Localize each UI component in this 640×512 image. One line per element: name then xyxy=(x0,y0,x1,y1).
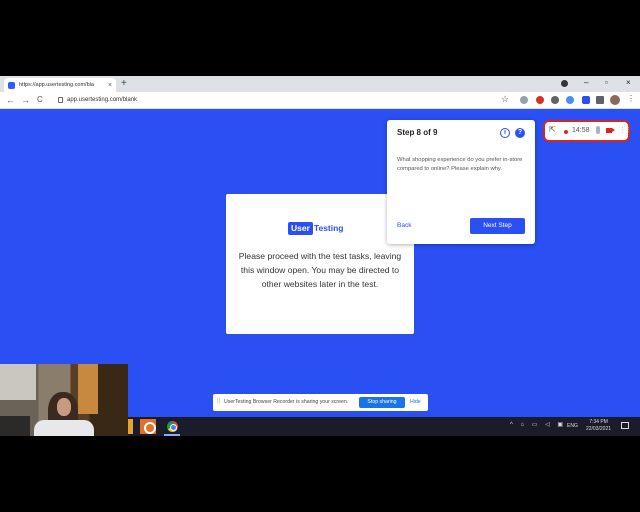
pause-icon[interactable]: II xyxy=(500,128,510,138)
recording-dot-icon xyxy=(564,130,568,134)
logo-text: Testing xyxy=(313,223,344,233)
logo-box: User xyxy=(288,221,313,235)
usertesting-logo: User Testing xyxy=(288,221,344,235)
tab-strip: https://app.usertesting.com/bla × + – ▫ … xyxy=(0,76,640,92)
webcam-background-window xyxy=(0,364,36,400)
bookmark-star-icon[interactable]: ☆ xyxy=(501,94,509,105)
language-indicator[interactable]: ENG xyxy=(567,423,578,429)
recording-timer: 14:58 xyxy=(572,127,590,134)
back-button[interactable]: ← xyxy=(6,94,15,106)
task-popup: Step 8 of 9 II ? What shopping experienc… xyxy=(387,120,535,244)
screen: https://app.usertesting.com/bla × + – ▫ … xyxy=(0,76,640,436)
share-message: UserTesting Browser Recorder is sharing … xyxy=(224,399,349,405)
stop-sharing-button[interactable]: Stop sharing xyxy=(359,397,405,408)
chrome-icon[interactable] xyxy=(164,419,180,434)
reload-button[interactable]: C xyxy=(37,94,43,106)
camera-icon[interactable] xyxy=(606,128,615,133)
grip-icon[interactable]: || xyxy=(217,398,220,404)
webcam-background-wall xyxy=(78,364,98,414)
usertesting-app-icon[interactable] xyxy=(140,419,156,434)
webcam-background-chair xyxy=(0,416,30,436)
profile-avatar[interactable] xyxy=(610,95,620,105)
clock[interactable]: 7:34 PM 22/03/2021 xyxy=(586,419,611,433)
browser-tab[interactable]: https://app.usertesting.com/bla × xyxy=(4,78,116,92)
collapse-icon[interactable]: ⇱ xyxy=(549,125,556,134)
instruction-card: User Testing Please proceed with the tes… xyxy=(226,194,414,334)
task-question: What shopping experience do you prefer i… xyxy=(397,157,523,172)
extensions-puzzle-icon[interactable] xyxy=(596,96,604,104)
new-tab-button[interactable]: + xyxy=(121,78,127,90)
extension-icon[interactable] xyxy=(520,96,528,104)
browser-toolbar: ← → C app.usertesting.com/blank ☆ ⋮ xyxy=(0,92,640,109)
drag-handle-icon[interactable]: ⋮⋮ xyxy=(619,126,632,134)
extension-icon[interactable] xyxy=(536,96,544,104)
webcam-preview xyxy=(0,364,128,436)
lock-icon[interactable] xyxy=(58,97,63,103)
recorder-widget: ⇱ 14:58 ⋮⋮ xyxy=(543,120,632,142)
help-icon[interactable]: ? xyxy=(515,128,525,138)
extension-icon[interactable] xyxy=(551,96,559,104)
window-minimize-button[interactable]: – xyxy=(584,77,588,89)
usertesting-favicon-icon xyxy=(8,81,15,89)
account-icon[interactable] xyxy=(561,80,568,87)
step-label: Step 8 of 9 xyxy=(397,128,438,137)
window-restore-button[interactable]: ▫ xyxy=(605,77,608,89)
browser-menu-icon[interactable]: ⋮ xyxy=(627,94,635,103)
back-step-button[interactable]: Back xyxy=(397,222,411,229)
hide-button[interactable]: Hide xyxy=(410,399,421,405)
window-close-button[interactable]: × xyxy=(626,77,631,89)
system-tray-icons[interactable]: ^ ⌂ ▭ ◁ ▣ xyxy=(510,421,566,428)
next-step-button[interactable]: Next Step xyxy=(470,218,525,234)
microphone-icon[interactable] xyxy=(596,126,600,134)
tab-close-icon[interactable]: × xyxy=(108,82,112,89)
webcam-person-body xyxy=(34,420,94,436)
webcam-person-face xyxy=(57,398,71,416)
address-bar[interactable]: app.usertesting.com/blank xyxy=(67,95,137,105)
active-app-indicator xyxy=(164,434,180,436)
extension-icon[interactable] xyxy=(566,96,574,104)
card-message: Please proceed with the test tasks, leav… xyxy=(238,251,402,289)
tab-title: https://app.usertesting.com/bla xyxy=(19,82,94,88)
clock-date: 22/03/2021 xyxy=(586,426,612,432)
notification-icon[interactable] xyxy=(621,422,629,429)
clock-time: 7:34 PM xyxy=(589,419,608,425)
screen-share-bar: || UserTesting Browser Recorder is shari… xyxy=(213,394,428,411)
usertesting-extension-icon[interactable] xyxy=(582,96,590,104)
forward-button[interactable]: → xyxy=(21,94,30,106)
